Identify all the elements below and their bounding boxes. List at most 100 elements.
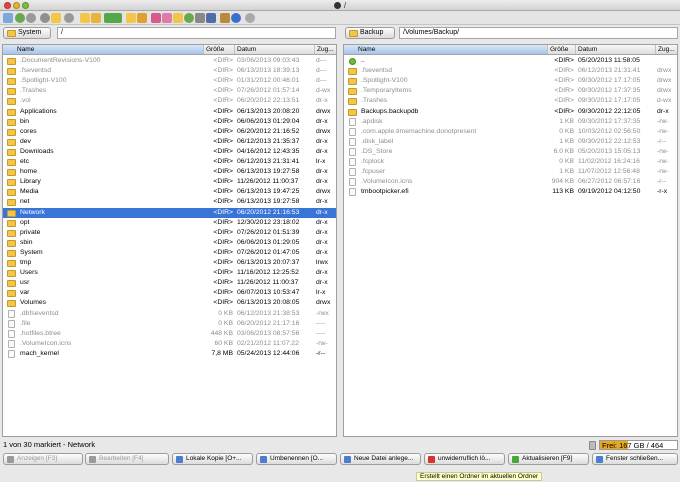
folder-up-icon[interactable]	[91, 13, 101, 23]
folder-icon[interactable]	[80, 13, 90, 23]
column-name[interactable]: Name	[344, 45, 547, 54]
file-row[interactable]: .com.apple.timemachine.donotpresent 0 KB 1…	[344, 127, 677, 137]
file-name: Library	[20, 178, 41, 186]
file-row[interactable]: System <DIR> 07/26/2012 01:47:05 dr-x	[3, 248, 336, 258]
file-row[interactable]: .fcplock 0 KB 11/02/2012 16:24:16 -rw-	[344, 157, 677, 167]
column-date[interactable]: Datum	[575, 45, 655, 54]
terminal-icon[interactable]	[206, 13, 216, 23]
network-icon[interactable]	[195, 13, 205, 23]
file-date: 06/12/2013 21:31:41	[237, 158, 300, 165]
rename-icon	[260, 456, 267, 463]
tools-icon[interactable]	[220, 13, 230, 23]
file-row[interactable]: usr <DIR> 11/26/2012 11:00:37 dr-x	[3, 278, 336, 288]
left-file-panel[interactable]: Name Größe Datum Zug... .DocumentRevisio…	[2, 44, 337, 437]
function-button[interactable]: Lokale Kopie [O+...	[172, 453, 253, 465]
file-date: 06/06/2013 01:29:04	[237, 117, 300, 125]
file-row[interactable]: .DocumentRevisions-V100 <DIR> 03/06/2013 0…	[3, 56, 336, 66]
file-row[interactable]: .Spotlight-V100 <DIR> 09/30/2012 17:17:05 d…	[344, 76, 677, 86]
file-row[interactable]: .Spotlight-V100 <DIR> 01/31/2012 00:46:01 d…	[3, 76, 336, 86]
file-row[interactable]: Media <DIR> 06/13/2013 19:47:25 drwx	[3, 187, 336, 197]
settings-icon[interactable]	[64, 13, 74, 23]
file-row[interactable]: home <DIR> 06/13/2013 19:27:58 dr-x	[3, 167, 336, 177]
file-row[interactable]: .vol <DIR> 06/20/2012 22:13:51 dr-x	[3, 96, 336, 106]
function-button-label: unwiderruflich lö...	[438, 455, 491, 462]
favorites-add-icon[interactable]	[162, 13, 172, 23]
file-row[interactable]: .hotfiles.btree 448 KB 03/06/2013 08:57:56…	[3, 329, 336, 339]
file-attributes: -r--	[657, 137, 667, 145]
file-row[interactable]: Downloads <DIR> 04/16/2012 12:43:35 dr-x	[3, 147, 336, 157]
file-icon	[8, 329, 15, 338]
file-row[interactable]: mach_kernel 7,8 MB 05/24/2013 12:44:06 -r--	[3, 349, 336, 359]
key-icon[interactable]	[173, 13, 183, 23]
new-window-icon[interactable]	[3, 13, 13, 23]
file-row[interactable]: Users <DIR> 11/16/2012 12:25:52 dr-x	[3, 268, 336, 278]
file-row[interactable]: .VolumeIcon.icns 904 KB 06/27/2012 06:57:1…	[344, 177, 677, 187]
file-row[interactable]: .Trashes <DIR> 09/30/2012 17:17:05 d-wx	[344, 96, 677, 106]
file-row[interactable]: var <DIR> 06/07/2013 10:53:47 lr-x	[3, 288, 336, 298]
gear-icon[interactable]	[245, 13, 255, 23]
file-row[interactable]: .. <DIR> 05/20/2013 11:58:05	[344, 56, 677, 66]
file-row[interactable]: .dbfseventsd 0 KB 06/12/2013 21:38:53 -rwx	[3, 309, 336, 319]
file-row[interactable]: .Trashes <DIR> 07/26/2012 01:57:14 d-wx	[3, 86, 336, 96]
function-button[interactable]: Umbenennen [O...	[256, 453, 337, 465]
file-date: 05/20/2013 11:58:05	[578, 57, 640, 64]
column-size[interactable]: Größe	[547, 45, 575, 54]
file-row[interactable]: .fcpuser 1 KB 11/07/2012 12:56:48 -rw-	[344, 167, 677, 177]
file-row[interactable]: Library <DIR> 11/26/2012 11:00:37 dr-x	[3, 177, 336, 187]
back-icon[interactable]	[15, 13, 25, 23]
file-row[interactable]: .disk_label 1 KB 09/30/2012 22:12:53 -r--	[344, 137, 677, 147]
file-row[interactable]: .fseventsd <DIR> 06/13/2013 18:39:13 d---	[3, 66, 336, 76]
file-row[interactable]: .DS_Store 6.0 KB 05/20/2013 15:05:13 -rw-	[344, 147, 677, 157]
file-row[interactable]: Backups.backupdb <DIR> 09/30/2012 22:12:05…	[344, 107, 677, 117]
function-button[interactable]: Anzeigen [F3]	[3, 453, 83, 465]
file-row[interactable]: .apdisk 1 KB 09/30/2012 17:37:35 -rw-	[344, 117, 677, 127]
file-row[interactable]: sbin <DIR> 06/06/2013 01:29:05 dr-x	[3, 238, 336, 248]
file-row[interactable]: private <DIR> 07/26/2012 01:51:39 dr-x	[3, 228, 336, 238]
file-row[interactable]: .TemporaryItems <DIR> 09/30/2012 17:37:35 d…	[344, 86, 677, 96]
favorites-icon[interactable]	[151, 13, 161, 23]
function-button[interactable]: Fenster schließen...	[592, 453, 678, 465]
file-row[interactable]: opt <DIR> 12/30/2012 23:18:02 dr-x	[3, 218, 336, 228]
function-button[interactable]: Neue Datei anlege...	[340, 453, 421, 465]
file-row[interactable]: Volumes <DIR> 06/13/2013 20:08:05 drwx	[3, 298, 336, 308]
forward-icon[interactable]	[26, 13, 36, 23]
right-path-field[interactable]: /Volumes/Backup/	[399, 27, 678, 39]
trash-icon[interactable]	[589, 441, 596, 450]
function-button[interactable]: Aktualisieren [F9]	[508, 453, 589, 465]
file-row[interactable]: .file 0 KB 06/20/2012 21:17:16 ----	[3, 319, 336, 329]
function-button[interactable]: Bearbeiten [F4]	[85, 453, 169, 465]
column-attr[interactable]: Zug...	[314, 45, 336, 54]
parent-folder-icon[interactable]	[40, 13, 50, 23]
file-name: .fcpuser	[361, 168, 386, 176]
left-path-field[interactable]: /	[57, 27, 336, 39]
file-row[interactable]: Applications <DIR> 06/13/2013 20:08:20 drwx	[3, 107, 336, 117]
column-attr[interactable]: Zug...	[655, 45, 677, 54]
file-row[interactable]: tmp <DIR> 06/13/2013 20:07:37 lrwx	[3, 258, 336, 268]
file-row[interactable]: tmbootpicker.efi 113 KB 09/19/2012 04:12:5…	[344, 187, 677, 197]
home-icon[interactable]	[51, 13, 61, 23]
sync-icon[interactable]	[104, 13, 122, 23]
left-drive-button[interactable]: System	[3, 27, 51, 39]
right-drive-button[interactable]: Backup	[345, 27, 395, 39]
folder-compare-icon[interactable]	[126, 13, 136, 23]
file-row[interactable]: Network <DIR> 06/20/2012 21:16:53 dr-x	[3, 207, 336, 218]
file-date: 10/03/2012 02:56:50	[578, 127, 641, 135]
file-row[interactable]: bin <DIR> 06/06/2013 01:29:04 dr-x	[3, 117, 336, 127]
column-size[interactable]: Größe	[203, 45, 234, 54]
file-attributes: dr-x	[316, 269, 328, 277]
info-icon[interactable]	[231, 13, 241, 23]
file-row[interactable]: .fseventsd <DIR> 06/12/2013 21:31:41 drwx	[344, 66, 677, 76]
file-row[interactable]: etc <DIR> 06/12/2013 21:31:41 lr-x	[3, 157, 336, 167]
file-row[interactable]: dev <DIR> 06/12/2013 21:35:37 dr-x	[3, 137, 336, 147]
file-row[interactable]: .VolumeIcon.icns 60 KB 02/21/2012 11:07:22…	[3, 339, 336, 349]
right-file-panel[interactable]: Name Größe Datum Zug... .. <DIR> 05/20/201…	[343, 44, 678, 437]
file-row[interactable]: net <DIR> 06/13/2013 19:27:58 dr-x	[3, 197, 336, 207]
column-date[interactable]: Datum	[234, 45, 314, 54]
file-icon	[8, 309, 15, 318]
file-row[interactable]: cores <DIR> 06/20/2012 21:16:52 drwx	[3, 127, 336, 137]
ftp-icon[interactable]	[184, 13, 194, 23]
function-button[interactable]: unwiderruflich lö...	[424, 453, 505, 465]
column-name[interactable]: Name	[3, 45, 203, 54]
file-date: 09/30/2012 17:37:35	[578, 87, 641, 95]
folder-sync-icon[interactable]	[137, 13, 147, 23]
